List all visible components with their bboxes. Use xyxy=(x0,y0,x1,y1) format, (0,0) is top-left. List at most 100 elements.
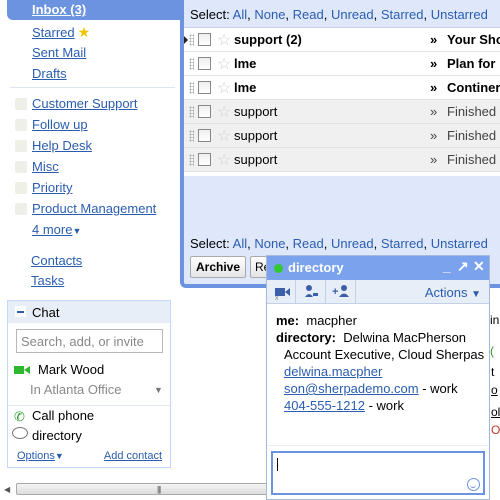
nav-starred[interactable]: Starred ★ xyxy=(32,24,90,41)
actions-label[interactable]: Actions xyxy=(425,285,468,300)
label-priority[interactable]: Priority xyxy=(32,180,72,195)
select-none[interactable]: None xyxy=(254,7,285,22)
nav-starred-label[interactable]: Starred xyxy=(32,25,75,40)
drag-handle-icon[interactable] xyxy=(189,82,194,94)
star-icon[interactable]: ☆ xyxy=(217,30,231,50)
select-starred[interactable]: Starred xyxy=(381,7,424,22)
star-icon[interactable]: ☆ xyxy=(217,150,231,170)
select-unread[interactable]: Unread xyxy=(331,236,374,251)
chat-header[interactable]: Chat xyxy=(8,301,170,323)
contact-status: In Atlanta Office xyxy=(30,382,122,397)
directory-contact[interactable]: directory xyxy=(32,428,82,443)
message-row[interactable]: ☆ lme » Plan for xyxy=(184,52,500,76)
star-icon: ★ xyxy=(77,24,91,40)
chevron-down-icon: ▼ xyxy=(72,226,82,236)
select-all[interactable]: All xyxy=(233,236,247,251)
label-color-chip[interactable] xyxy=(15,119,27,131)
email-link[interactable]: delwina.macpher xyxy=(284,364,382,379)
minimize-icon[interactable]: _ xyxy=(443,258,451,274)
emoticon-icon[interactable] xyxy=(467,478,480,491)
chat-popup-window: directory _ ↗ ✕ x + Actions ▼ me: macphe… xyxy=(266,255,490,500)
select-unstarred[interactable]: Unstarred xyxy=(431,7,488,22)
star-icon[interactable]: ☆ xyxy=(217,102,231,122)
message-sender: lme xyxy=(234,80,257,95)
message-checkbox[interactable] xyxy=(198,129,211,142)
current-row-pointer-icon xyxy=(184,36,188,44)
nav-inbox-label[interactable]: Inbox (3) xyxy=(32,2,86,17)
select-read[interactable]: Read xyxy=(293,7,324,22)
drag-handle-icon[interactable] xyxy=(189,106,194,118)
label-color-chip[interactable] xyxy=(15,161,27,173)
raquo-icon: » xyxy=(430,152,438,167)
select-unstarred[interactable]: Unstarred xyxy=(431,236,488,251)
star-icon[interactable]: ☆ xyxy=(217,78,231,98)
nav-drafts[interactable]: Drafts xyxy=(32,66,67,81)
voice-call-button[interactable] xyxy=(297,280,326,304)
call-phone-item[interactable]: Call phone xyxy=(32,408,94,423)
popup-title-bar[interactable]: directory _ ↗ ✕ xyxy=(267,256,489,280)
labels-more-link[interactable]: 4 more▼ xyxy=(32,222,81,237)
nav-tasks[interactable]: Tasks xyxy=(31,273,64,288)
phone-link[interactable]: 404-555-1212 xyxy=(284,398,365,413)
message-checkbox[interactable] xyxy=(198,33,211,46)
scrollbar-thumb[interactable] xyxy=(16,483,270,495)
archive-button[interactable]: Archive xyxy=(190,256,246,278)
drag-handle-icon[interactable] xyxy=(189,58,194,70)
add-person-button[interactable]: + xyxy=(327,280,356,304)
close-icon[interactable]: ✕ xyxy=(473,258,485,275)
nav-inbox[interactable]: Inbox (3) xyxy=(7,0,180,20)
select-bar-top: Select: All, None, Read, Unread, Starred… xyxy=(190,7,488,22)
chat-message-input[interactable] xyxy=(271,451,485,495)
contact-menu-arrow-icon[interactable]: ▼ xyxy=(154,385,163,395)
chat-divider xyxy=(8,405,170,406)
me-message: macpher xyxy=(306,313,357,328)
nav-sent-mail[interactable]: Sent Mail xyxy=(32,45,86,60)
message-checkbox[interactable] xyxy=(198,57,211,70)
contact-name[interactable]: Mark Wood xyxy=(38,362,104,377)
select-starred[interactable]: Starred xyxy=(381,236,424,251)
message-checkbox[interactable] xyxy=(198,153,211,166)
video-chat-button[interactable]: x xyxy=(267,280,296,304)
label-color-chip[interactable] xyxy=(15,203,27,215)
message-row[interactable]: ☆ lme » Continer xyxy=(184,76,500,100)
message-subject: Finished xyxy=(447,152,497,167)
star-icon[interactable]: ☆ xyxy=(217,126,231,146)
background-link-fragment[interactable]: o xyxy=(491,383,498,397)
nav-contacts[interactable]: Contacts xyxy=(31,253,82,268)
message-checkbox[interactable] xyxy=(198,105,211,118)
email-link[interactable]: son@sherpademo.com xyxy=(284,381,419,396)
add-contact-link[interactable]: Add contact xyxy=(104,450,162,462)
select-none[interactable]: None xyxy=(254,236,285,251)
label-customer-support[interactable]: Customer Support xyxy=(32,96,138,111)
message-row[interactable]: ☆ support » Finished xyxy=(184,148,500,172)
message-checkbox[interactable] xyxy=(198,81,211,94)
label-follow-up[interactable]: Follow up xyxy=(32,117,88,132)
chat-options-label[interactable]: Options xyxy=(17,450,55,462)
select-read[interactable]: Read xyxy=(293,236,324,251)
label-help-desk[interactable]: Help Desk xyxy=(32,138,92,153)
popout-icon[interactable]: ↗ xyxy=(457,258,469,275)
scroll-left-icon[interactable]: ◀ xyxy=(4,485,10,494)
label-color-chip[interactable] xyxy=(15,98,27,110)
chat-bubble-icon xyxy=(12,427,28,439)
drag-handle-icon[interactable] xyxy=(189,130,194,142)
label-color-chip[interactable] xyxy=(15,140,27,152)
message-row[interactable]: ☆ support » Finished xyxy=(184,100,500,124)
chat-search-input[interactable] xyxy=(16,329,163,353)
chat-options-link[interactable]: Options▼ xyxy=(17,450,64,462)
horizontal-scrollbar[interactable]: ◀ ||| xyxy=(0,482,270,496)
star-icon[interactable]: ☆ xyxy=(217,54,231,74)
label-color-chip[interactable] xyxy=(15,182,27,194)
select-unread[interactable]: Unread xyxy=(331,7,374,22)
background-link-fragment[interactable]: ol xyxy=(491,405,500,419)
label-misc[interactable]: Misc xyxy=(32,159,59,174)
message-row[interactable]: ☆ support » Finished xyxy=(184,124,500,148)
label-product-management[interactable]: Product Management xyxy=(32,201,156,216)
message-row[interactable]: ☆ support (2) » Your Sho xyxy=(184,28,500,52)
drag-handle-icon[interactable] xyxy=(189,154,194,166)
select-all[interactable]: All xyxy=(233,7,247,22)
collapse-icon[interactable] xyxy=(15,306,26,317)
labels-more-label[interactable]: 4 more xyxy=(32,222,72,237)
actions-menu[interactable]: Actions ▼ xyxy=(425,285,481,300)
drag-handle-icon[interactable] xyxy=(189,34,194,46)
